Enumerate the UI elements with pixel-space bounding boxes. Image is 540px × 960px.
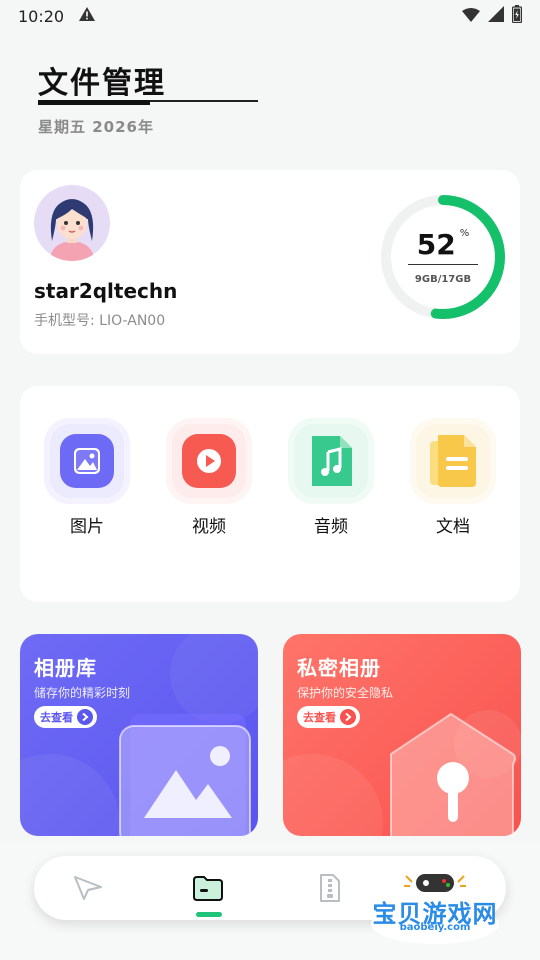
zip-icon — [320, 874, 340, 902]
battery-icon — [511, 5, 523, 27]
storage-divider — [408, 264, 478, 265]
play-icon — [182, 434, 236, 488]
album-view-button[interactable]: 去查看 — [34, 706, 97, 728]
category-images-label: 图片 — [70, 517, 104, 537]
warning-icon — [78, 6, 96, 26]
category-audio[interactable]: 音频 — [286, 418, 376, 537]
category-video[interactable]: 视频 — [164, 418, 254, 537]
chevron-right-icon — [340, 709, 356, 725]
album-card-title: 相册库 — [34, 656, 97, 680]
album-card[interactable]: 相册库 储存你的精彩时刻 去查看 — [20, 634, 258, 836]
categories-card: 图片 视频 音频 文档 — [20, 386, 520, 602]
category-audio-label: 音频 — [314, 517, 348, 537]
title-underline-accent — [38, 100, 150, 105]
signal-icon — [488, 6, 504, 26]
category-docs-icon-bg — [410, 418, 496, 504]
nav-files[interactable] — [188, 870, 228, 906]
profile-card: star2qltechn 手机型号: LIO-AN00 52% 9GB/17GB — [20, 170, 520, 354]
category-video-label: 视频 — [192, 517, 226, 537]
nav-send[interactable] — [68, 870, 108, 906]
chevron-right-icon — [77, 709, 93, 725]
status-bar: 10:20 — [0, 0, 540, 32]
nav-zip[interactable] — [310, 870, 350, 906]
page-subtitle: 星期五 2026年 — [38, 118, 154, 136]
category-images-icon-bg — [44, 418, 130, 504]
username: star2qltechn — [34, 279, 178, 303]
status-time: 10:20 — [18, 6, 65, 26]
watermark-url: baobeiy.com — [399, 922, 471, 933]
watermark: 宝贝游戏网 baobeiy.com — [364, 868, 506, 944]
album-view-button-label: 去查看 — [40, 711, 73, 724]
category-video-icon-bg — [166, 418, 252, 504]
category-docs-label: 文档 — [436, 517, 470, 537]
private-view-button-label: 去查看 — [303, 711, 336, 724]
category-audio-icon-bg — [288, 418, 374, 504]
private-view-button[interactable]: 去查看 — [297, 706, 360, 728]
album-card-desc: 储存你的精彩时刻 — [34, 686, 131, 700]
storage-percent-sign: % — [459, 228, 470, 239]
music-icon — [304, 434, 358, 488]
send-icon — [74, 876, 102, 900]
private-card-desc: 保护你的安全隐私 — [297, 686, 394, 700]
storage-ring[interactable]: 52% 9GB/17GB — [378, 192, 508, 322]
page-title: 文件管理 — [38, 66, 166, 101]
storage-used-total: 9GB/17GB — [414, 274, 472, 285]
storage-percent: 52 — [416, 228, 456, 261]
avatar[interactable] — [34, 185, 110, 261]
private-card-title: 私密相册 — [297, 656, 381, 680]
category-images[interactable]: 图片 — [42, 418, 132, 537]
category-docs[interactable]: 文档 — [408, 418, 498, 537]
image-icon — [60, 434, 114, 488]
private-album-card[interactable]: 私密相册 保护你的安全隐私 去查看 — [283, 634, 521, 836]
device-model: 手机型号: LIO-AN00 — [34, 313, 166, 329]
nav-active-indicator — [196, 912, 222, 917]
folder-icon — [193, 876, 223, 901]
wifi-icon — [462, 7, 480, 26]
document-icon — [426, 434, 480, 488]
storage-percent-wrap: 52% — [378, 228, 508, 261]
